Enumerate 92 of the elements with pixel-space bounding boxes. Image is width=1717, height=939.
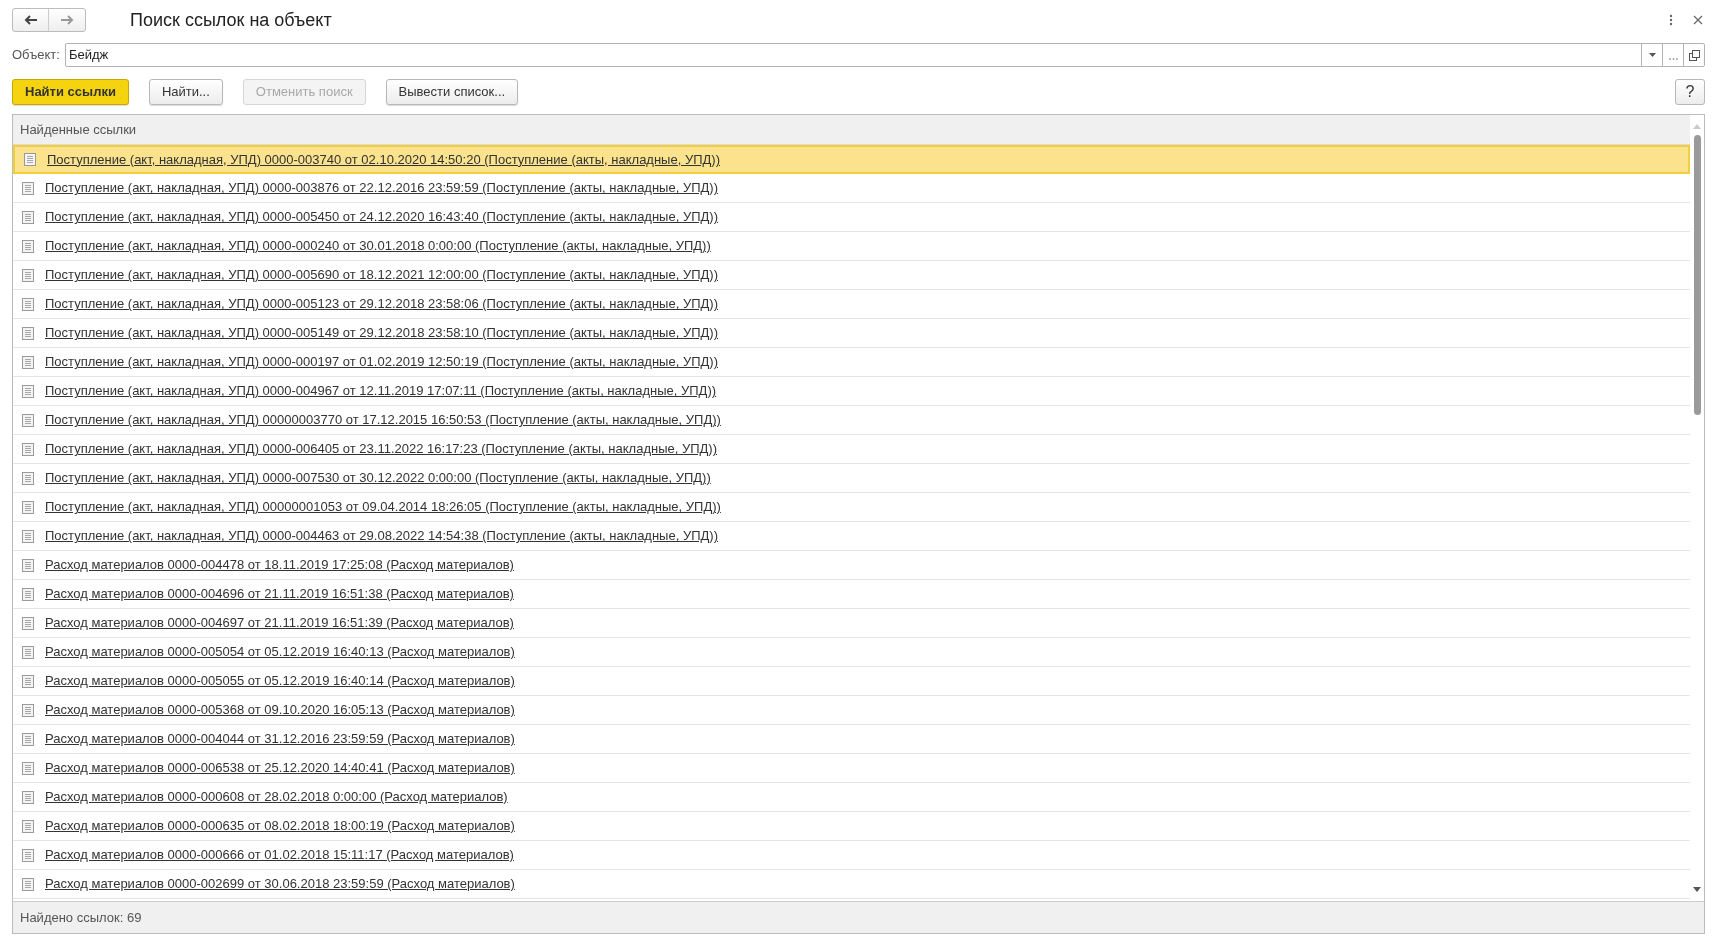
object-field[interactable]: Бейдж [64,43,1705,67]
document-link[interactable]: Расход материалов 0000-004697 от 21.11.2019 16:51:39 (Расход материалов) [45,613,514,633]
document-icon [24,153,36,166]
document-icon [22,181,34,195]
document-link[interactable]: Поступление (акт, накладная, УПД) 0000-005149 от 29.12.2018 23:58:10 (Поступление (акты, накладные, УПД)) [45,323,718,343]
back-arrow-icon [23,15,38,25]
document-link[interactable]: Поступление (акт, накладная, УПД) 0000-004463 от 29.08.2022 14:54:38 (Поступление (акты, накладные, УПД)) [45,526,718,546]
document-link[interactable]: Расход материалов 0000-000635 от 08.02.2018 18:00:19 (Расход материалов) [45,816,515,836]
document-link[interactable]: Расход материалов 0000-002699 от 30.06.2018 23:59:59 (Расход материалов) [45,874,515,894]
document-link[interactable]: Расход материалов 0000-000608 от 28.02.2018 0:00:00 (Расход материалов) [45,787,508,807]
table-row[interactable]: Расход материалов 0000-004044 от 31.12.2016 23:59:59 (Расход материалов) [13,725,1690,754]
document-icon [22,297,34,311]
table-row[interactable]: Расход материалов 0000-000608 от 28.02.2018 0:00:00 (Расход материалов) [13,783,1690,812]
document-link[interactable]: Поступление (акт, накладная, УПД) 0000-007530 от 30.12.2022 0:00:00 (Поступление (акты, накладные, УПД)) [45,468,711,488]
document-link[interactable]: Расход материалов 0000-005054 от 05.12.2019 16:40:13 (Расход материалов) [45,642,515,662]
scroll-down-icon[interactable] [1693,887,1701,893]
table-row[interactable]: Поступление (акт, накладная, УПД) 0000-005123 от 29.12.2018 23:58:06 (Поступление (акты, накладные, УПД)) [13,290,1690,319]
action-button[interactable]: Найти... [148,79,223,105]
document-icon [22,471,34,485]
table-row[interactable]: Поступление (акт, накладная, УПД) 0000-004463 от 29.08.2022 14:54:38 (Поступление (акты, накладные, УПД)) [13,522,1690,551]
document-link[interactable]: Поступление (акт, накладная, УПД) 0000-000240 от 30.01.2018 0:00:00 (Поступление (акты, накладные, УПД)) [45,236,711,256]
table-row[interactable]: Расход материалов 0000-004478 от 18.11.2019 17:25:08 (Расход материалов) [13,551,1690,580]
document-link[interactable]: Расход материалов 0000-005368 от 09.10.2020 16:05:13 (Расход материалов) [45,700,515,720]
document-link[interactable]: Расход материалов 0000-005055 от 05.12.2019 16:40:14 (Расход материалов) [45,671,515,691]
document-icon [22,529,34,543]
table-row[interactable]: Расход материалов 0000-004696 от 21.11.2019 16:51:38 (Расход материалов) [13,580,1690,609]
table-row[interactable]: Поступление (акт, накладная, УПД) 0000-005450 от 24.12.2020 16:43:40 (Поступление (акты, накладные, УПД)) [13,203,1690,232]
object-label: Объект: [12,46,60,65]
document-icon [22,761,34,775]
table-row[interactable]: Расход материалов 0000-004697 от 21.11.2019 16:51:39 (Расход материалов) [13,609,1690,638]
table-row[interactable]: Расход материалов 0000-000635 от 08.02.2018 18:00:19 (Расход материалов) [13,812,1690,841]
table-row[interactable]: Расход материалов 0000-005368 от 09.10.2020 16:05:13 (Расход материалов) [13,696,1690,725]
document-icon [22,500,34,514]
table-row[interactable]: Поступление (акт, накладная, УПД) 00000001053 от 09.04.2014 18:26:05 (Поступление (акты, накладные, УПД)) [13,493,1690,522]
table-row[interactable]: Поступление (акт, накладная, УПД) 0000-006405 от 23.11.2022 16:17:23 (Поступление (акты, накладные, УПД)) [13,435,1690,464]
help-button[interactable]: ? [1675,79,1705,105]
document-link[interactable]: Поступление (акт, накладная, УПД) 0000-003876 от 22.12.2016 23:59:59 (Поступление (акты, накладные, УПД)) [45,178,718,198]
document-link[interactable]: Расход материалов 0000-004478 от 18.11.2019 17:25:08 (Расход материалов) [45,555,514,575]
document-icon [22,384,34,398]
document-icon [22,442,34,456]
forward-arrow-icon [60,15,74,25]
document-icon [22,819,34,833]
table-row[interactable]: Поступление (акт, накладная, УПД) 0000-005149 от 29.12.2018 23:58:10 (Поступление (акты, накладные, УПД)) [13,319,1690,348]
table-row[interactable]: Поступление (акт, накладная, УПД) 0000-007530 от 30.12.2022 0:00:00 (Поступление (акты, накладные, УПД)) [13,464,1690,493]
scrollbar-thumb[interactable] [1693,135,1701,415]
window-title: Поиск ссылок на объект [130,8,332,32]
document-icon [22,645,34,659]
document-link[interactable]: Поступление (акт, накладная, УПД) 00000003770 от 17.12.2015 16:50:53 (Поступление (акты, накладные, УПД)) [45,410,721,430]
document-icon [22,210,34,224]
document-icon [22,587,34,601]
document-icon [22,877,34,891]
table-row[interactable]: Поступление (акт, накладная, УПД) 0000-005690 от 18.12.2021 12:00:00 (Поступление (акты, накладные, УПД)) [13,261,1690,290]
document-icon [22,790,34,804]
document-icon [22,558,34,572]
document-link[interactable]: Поступление (акт, накладная, УПД) 0000-004967 от 12.11.2019 17:07:11 (Поступление (акты, накладные, УПД)) [45,381,717,401]
found-count: Найдено ссылок: 69 [20,908,142,927]
document-link[interactable]: Поступление (акт, накладная, УПД) 0000-000197 от 01.02.2019 12:50:19 (Поступление (акты, накладные, УПД)) [45,352,718,372]
document-icon [22,413,34,427]
document-icon [22,239,34,253]
table-row[interactable]: Расход материалов 0000-002699 от 30.06.2018 23:59:59 (Расход материалов) [13,870,1690,899]
table-row[interactable]: Расход материалов 0000-000666 от 01.02.2018 15:11:17 (Расход материалов) [13,841,1690,870]
action-button[interactable]: Вывести список... [385,79,519,105]
table-row[interactable]: Расход материалов 0000-006538 от 25.12.2020 14:40:41 (Расход материалов) [13,754,1690,783]
document-icon [22,616,34,630]
document-link[interactable]: Поступление (акт, накладная, УПД) 0000-005690 от 18.12.2021 12:00:00 (Поступление (акты, накладные, УПД)) [45,265,718,285]
document-icon [22,732,34,746]
document-link[interactable]: Расход материалов 0000-004696 от 21.11.2019 16:51:38 (Расход материалов) [45,584,514,604]
document-link[interactable]: Поступление (акт, накладная, УПД) 0000-003740 от 02.10.2020 14:50:20 (Поступление (акты, накладные, УПД)) [47,149,720,170]
document-link[interactable]: Поступление (акт, накладная, УПД) 00000001053 от 09.04.2014 18:26:05 (Поступление (акты, накладные, УПД)) [45,497,721,517]
column-header: Найденные ссылки [20,120,137,139]
table-row[interactable]: Поступление (акт, накладная, УПД) 0000-004967 от 12.11.2019 17:07:11 (Поступление (акты, накладные, УПД)) [13,377,1690,406]
document-link[interactable]: Расход материалов 0000-000666 от 01.02.2018 15:11:17 (Расход материалов) [45,845,514,865]
table-row[interactable]: Расход материалов 0000-005055 от 05.12.2019 16:40:14 (Расход материалов) [13,667,1690,696]
table-row[interactable]: Поступление (акт, накладная, УПД) 00000003770 от 17.12.2015 16:50:53 (Поступление (акты, накладные, УПД)) [13,406,1690,435]
table-row[interactable]: Поступление (акт, накладная, УПД) 0000-000197 от 01.02.2019 12:50:19 (Поступление (акты, накладные, УПД)) [13,348,1690,377]
document-icon [22,355,34,369]
close-icon[interactable] [1691,13,1705,27]
document-icon [22,703,34,717]
document-icon [22,326,34,340]
document-link[interactable]: Поступление (акт, накладная, УПД) 0000-006405 от 23.11.2022 16:17:23 (Поступление (акты, накладные, УПД)) [45,439,718,459]
document-link[interactable]: Расход материалов 0000-004044 от 31.12.2016 23:59:59 (Расход материалов) [45,729,515,749]
table-row[interactable]: Поступление (акт, накладная, УПД) 0000-003876 от 22.12.2016 23:59:59 (Поступление (акты, накладные, УПД)) [13,174,1690,203]
document-icon [22,848,34,862]
table-row[interactable]: Поступление (акт, накладная, УПД) 0000-000240 от 30.01.2018 0:00:00 (Поступление (акты, накладные, УПД)) [13,232,1690,261]
table-row[interactable]: Поступление (акт, накладная, УПД) 0000-003740 от 02.10.2020 14:50:20 (Поступление (акты, накладные, УПД)) [13,145,1690,174]
document-icon [22,674,34,688]
document-icon [22,268,34,282]
document-link[interactable]: Поступление (акт, накладная, УПД) 0000-005450 от 24.12.2020 16:43:40 (Поступление (акты, накладные, УПД)) [45,207,718,227]
document-link[interactable]: Расход материалов 0000-006538 от 25.12.2020 14:40:41 (Расход материалов) [45,758,515,778]
action-button[interactable]: Найти ссылки [12,79,129,105]
document-link[interactable]: Поступление (акт, накладная, УПД) 0000-005123 от 29.12.2018 23:58:06 (Поступление (акты, накладные, УПД)) [45,294,718,314]
table-row[interactable]: Расход материалов 0000-005054 от 05.12.2019 16:40:13 (Расход материалов) [13,638,1690,667]
